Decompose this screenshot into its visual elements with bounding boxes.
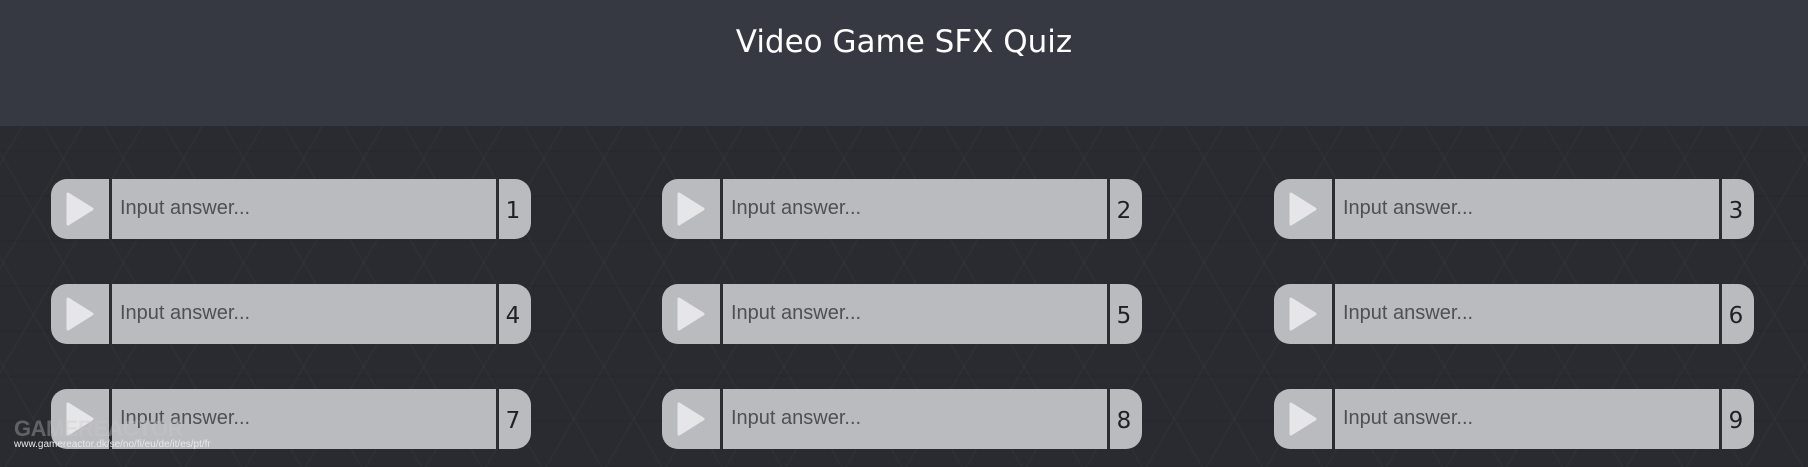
quiz-item: 8: [662, 389, 1142, 449]
question-number: 2: [1116, 198, 1132, 224]
answer-input[interactable]: [723, 284, 1107, 344]
quiz-item: 3: [1274, 179, 1754, 239]
answer-input[interactable]: [112, 284, 496, 344]
play-button[interactable]: [662, 284, 720, 344]
play-icon: [677, 402, 705, 436]
play-icon: [677, 192, 705, 226]
play-button[interactable]: [51, 284, 109, 344]
answer-input[interactable]: [112, 179, 496, 239]
quiz-item: 9: [1274, 389, 1754, 449]
quiz-item: 5: [662, 284, 1142, 344]
play-button[interactable]: [662, 179, 720, 239]
answer-input[interactable]: [1335, 389, 1719, 449]
page-title: Video Game SFX Quiz: [735, 24, 1073, 60]
play-button[interactable]: [1274, 179, 1332, 239]
answer-input[interactable]: [723, 179, 1107, 239]
question-number: 5: [1116, 303, 1132, 329]
question-number: 8: [1116, 408, 1132, 434]
answer-input[interactable]: [723, 389, 1107, 449]
play-button[interactable]: [51, 179, 109, 239]
quiz-item: 1: [51, 179, 531, 239]
play-icon: [1289, 192, 1317, 226]
play-button[interactable]: [1274, 389, 1332, 449]
quiz-item: 4: [51, 284, 531, 344]
quiz-item: 6: [1274, 284, 1754, 344]
answer-input[interactable]: [1335, 179, 1719, 239]
question-number: 1: [505, 198, 521, 224]
question-number: 6: [1728, 303, 1744, 329]
question-number: 9: [1728, 408, 1744, 434]
quiz-item: 2: [662, 179, 1142, 239]
play-button[interactable]: [1274, 284, 1332, 344]
answer-input[interactable]: [1335, 284, 1719, 344]
question-number: 3: [1728, 198, 1744, 224]
question-number: 4: [505, 303, 521, 329]
watermark: GAMEREACTOR www.gamereactor.dk/se/no/fi/…: [14, 416, 234, 456]
play-icon: [66, 297, 94, 331]
page-header: Video Game SFX Quiz: [0, 0, 1808, 126]
watermark-url: www.gamereactor.dk/se/no/fi/eu/de/it/es/…: [14, 439, 211, 450]
question-number: 7: [505, 408, 521, 434]
play-button[interactable]: [662, 389, 720, 449]
play-icon: [677, 297, 705, 331]
play-icon: [1289, 297, 1317, 331]
play-icon: [1289, 402, 1317, 436]
play-icon: [66, 192, 94, 226]
